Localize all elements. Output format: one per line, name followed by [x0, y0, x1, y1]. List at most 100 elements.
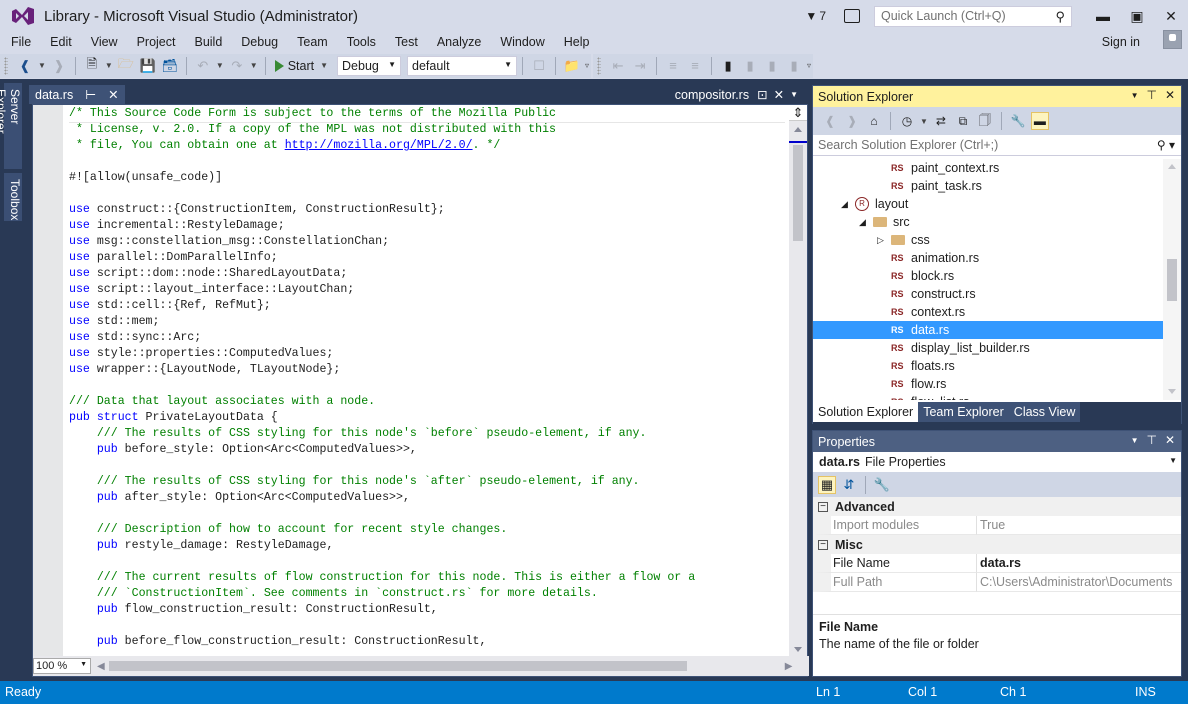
comment-icon[interactable]: ≡ — [664, 57, 682, 75]
menu-edit[interactable]: Edit — [39, 35, 80, 49]
uncomment-icon[interactable]: ≡ — [686, 57, 704, 75]
property-row[interactable]: File Name data.rs — [813, 554, 1181, 573]
pin-icon[interactable]: ⊢ — [85, 87, 96, 102]
code-line[interactable]: /// The current results of flow construc… — [69, 570, 785, 586]
menu-analyze[interactable]: Analyze — [426, 35, 489, 49]
tab-data-rs[interactable]: data.rs ⊢ ✕ — [29, 85, 125, 104]
close-tab-icon[interactable]: ✕ — [774, 87, 784, 102]
collapse-all-icon[interactable]: ⧉ — [954, 112, 972, 130]
menu-help[interactable]: Help — [553, 35, 598, 49]
code-line[interactable] — [69, 154, 785, 170]
tree-item[interactable]: RS animation.rs — [813, 249, 1165, 267]
tree-item[interactable]: ▷ css — [813, 231, 1165, 249]
code-line[interactable]: pub struct PrivateLayoutData { — [69, 410, 785, 426]
show-all-files-icon[interactable]: 🗍 — [976, 112, 994, 130]
code-line[interactable]: * file, You can obtain one at http://moz… — [69, 138, 785, 154]
back-icon[interactable]: ❰ — [821, 112, 839, 130]
close-panel-icon[interactable]: ✕ — [1165, 88, 1175, 102]
code-line[interactable]: use style::properties::ComputedValues; — [69, 346, 785, 362]
code-line[interactable]: pub after_style: Option<Arc<ComputedValu… — [69, 490, 785, 506]
property-row[interactable]: Full Path C:\Users\Administrator\Documen… — [813, 573, 1181, 592]
save-all-icon[interactable]: 🗃 — [161, 57, 179, 75]
code-line[interactable] — [69, 506, 785, 522]
pin-icon[interactable]: ⊤ — [1146, 88, 1156, 102]
code-line[interactable]: /// Data that layout associates with a n… — [69, 394, 785, 410]
panel-menu-icon[interactable]: ▼ — [1131, 91, 1139, 102]
scroll-left-icon[interactable]: ◀ — [97, 661, 105, 672]
forward-icon[interactable]: ❱ — [843, 112, 861, 130]
code-text[interactable]: /* This Source Code Form is subject to t… — [69, 106, 785, 656]
code-line[interactable]: use std::cell::{Ref, RefMut}; — [69, 298, 785, 314]
code-line[interactable]: use incremental::RestyleDamage; — [69, 218, 785, 234]
tree-item[interactable]: RS flow.rs — [813, 375, 1165, 393]
redo-icon[interactable]: ↷ — [228, 57, 246, 75]
code-line[interactable]: use script::layout_interface::LayoutChan… — [69, 282, 785, 298]
tree-item[interactable]: RS construct.rs — [813, 285, 1165, 303]
expand-arrow-icon[interactable]: ▷ — [877, 235, 884, 246]
tree-item[interactable]: RS flow_list.rs — [813, 393, 1165, 400]
indent-icon[interactable]: ⇥ — [631, 57, 649, 75]
solution-explorer-search-input[interactable]: Search Solution Explorer (Ctrl+;) ⚲ ▾ — [813, 135, 1181, 156]
tree-item[interactable]: RS block.rs — [813, 267, 1165, 285]
menu-team[interactable]: Team — [286, 35, 336, 49]
find-in-files-icon[interactable]: 📁 — [563, 57, 581, 75]
code-line[interactable]: /// The results of CSS styling for this … — [69, 426, 785, 442]
home-icon[interactable]: ⌂ — [865, 112, 883, 130]
sync-icon[interactable]: ⇄ — [932, 112, 950, 130]
preview-selected-icon[interactable]: ▬ — [1030, 112, 1049, 130]
code-line[interactable] — [69, 554, 785, 570]
menu-build[interactable]: Build — [183, 35, 230, 49]
server-explorer-tab[interactable]: Server Explorer — [0, 83, 22, 169]
save-icon[interactable]: 💾 — [139, 57, 157, 75]
tree-item[interactable]: ◢ src — [813, 213, 1165, 231]
navigate-back-icon[interactable]: ❰ — [16, 57, 34, 75]
property-value[interactable]: True — [976, 516, 1181, 535]
scroll-thumb[interactable] — [1167, 259, 1177, 301]
object-selector[interactable]: data.rs File Properties ▼ — [813, 452, 1181, 472]
code-editor[interactable]: /* This Source Code Form is subject to t… — [32, 104, 809, 677]
minimize-button[interactable]: ▬ — [1086, 8, 1120, 24]
collapse-icon[interactable]: − — [818, 501, 828, 512]
account-avatar-icon[interactable] — [1163, 30, 1182, 49]
code-line[interactable]: pub flow_construction_result: Constructi… — [69, 602, 785, 618]
code-line[interactable]: * License, v. 2.0. If a copy of the MPL … — [69, 122, 785, 138]
tree-item[interactable]: RS data.rs — [813, 321, 1165, 339]
back-dropdown-icon[interactable]: ▼ — [38, 61, 46, 70]
code-line[interactable]: use parallel::DomParallelInfo; — [69, 250, 785, 266]
vertical-scrollbar[interactable]: ⇕ — [789, 105, 807, 657]
scroll-up-icon[interactable] — [794, 127, 802, 132]
menu-window[interactable]: Window — [489, 35, 552, 49]
start-debugging-button[interactable]: Start ▼ — [274, 59, 330, 73]
scroll-down-icon[interactable] — [1168, 389, 1176, 394]
menu-tools[interactable]: Tools — [336, 35, 384, 49]
search-icon[interactable]: ⚲ ▾ — [1157, 138, 1175, 152]
zoom-level-select[interactable]: 100 % ▼ — [33, 658, 91, 674]
open-file-icon[interactable]: 🗁 — [117, 56, 135, 75]
toolbar-grip[interactable] — [597, 56, 602, 75]
code-line[interactable] — [69, 458, 785, 474]
indicator-margin[interactable] — [33, 105, 63, 657]
tree-scrollbar[interactable] — [1163, 159, 1181, 400]
horizontal-scroll-thumb[interactable] — [108, 661, 687, 671]
code-line[interactable]: use construct::{ConstructionItem, Constr… — [69, 202, 785, 218]
scroll-right-icon[interactable]: ▶ — [785, 661, 793, 672]
outdent-icon[interactable]: ⇤ — [609, 57, 627, 75]
maximize-button[interactable]: ▣ — [1120, 8, 1154, 25]
previous-bookmark-icon[interactable]: ▮ — [741, 57, 759, 75]
clear-bookmarks-icon[interactable]: ▮ — [785, 57, 803, 75]
navigate-forward-icon[interactable]: ❱ — [50, 57, 68, 75]
new-project-icon[interactable]: 🗎 — [83, 56, 101, 75]
code-line[interactable] — [69, 186, 785, 202]
attach-icon[interactable]: ☐ — [530, 57, 548, 75]
tree-item[interactable]: RS floats.rs — [813, 357, 1165, 375]
code-line[interactable]: /* This Source Code Form is subject to t… — [69, 106, 785, 123]
code-line[interactable]: use script::dom::node::SharedLayoutData; — [69, 266, 785, 282]
feedback-icon[interactable] — [844, 9, 860, 23]
filter-dropdown-icon[interactable]: ▼ — [920, 117, 928, 126]
code-line[interactable]: #![allow(unsafe_code)] — [69, 170, 785, 186]
categorized-icon[interactable]: ▦ — [818, 475, 836, 494]
properties-wrench-icon[interactable]: 🔧 — [1009, 112, 1027, 130]
panel-menu-icon[interactable]: ▼ — [1131, 436, 1139, 447]
tab-solution-explorer[interactable]: Solution Explorer — [813, 402, 919, 422]
close-panel-icon[interactable]: ✕ — [1165, 433, 1175, 447]
